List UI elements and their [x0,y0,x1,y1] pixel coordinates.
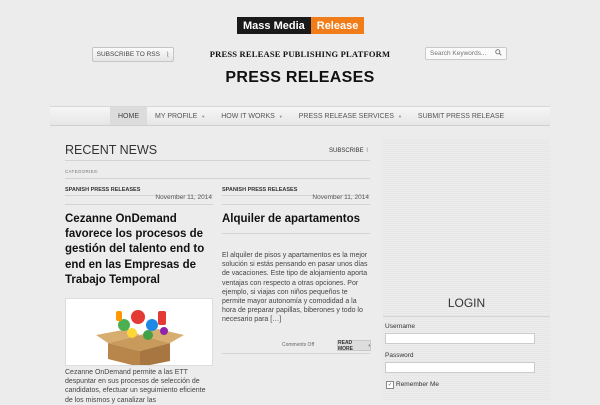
post-thumbnail[interactable] [65,298,213,366]
post-excerpt: El alquiler de pisos y apartamentos es l… [222,252,368,324]
read-more-label: READ MORE [338,339,353,352]
divider [222,233,370,234]
page-title: PRESS RELEASES [225,69,375,86]
divider [65,178,370,179]
username-field[interactable] [385,333,535,344]
chevron-down-icon: ▼ [397,113,402,119]
divider [383,316,550,317]
post-date: November 11, 2014 [155,194,212,201]
nav-label: HOME [118,112,139,120]
remember-me-checkbox[interactable]: ✓ [386,381,394,389]
subscribe-label: SUBSCRIBE [329,148,364,154]
chevron-down-icon: ▼ [201,113,206,119]
nav-item-my-profile[interactable]: MY PROFILE ▼ [147,107,213,125]
nav-item-submit-press-release[interactable]: SUBMIT PRESS RELEASE [410,107,512,125]
post-date: November 11, 2014 [312,194,369,201]
nav-item-home[interactable]: HOME [110,107,147,125]
rss-icon: ⌇ [365,148,369,154]
nav-item-press-release-services[interactable]: PRESS RELEASE SERVICES ▼ [291,107,410,125]
box-of-icons-image [96,310,184,365]
categories-label[interactable]: CATEGORIES: [65,169,99,174]
logo-text-release: Release [310,17,365,34]
divider [222,204,370,205]
chevron-right-icon: › [368,342,370,349]
divider [65,204,213,205]
post-category[interactable]: SPANISH PRESS RELEASES [65,187,140,193]
post-category[interactable]: SPANISH PRESS RELEASES [222,187,297,193]
nav-label: SUBMIT PRESS RELEASE [417,112,505,120]
read-more-button[interactable]: READ MORE › [337,339,371,352]
password-field[interactable] [385,362,535,373]
chevron-down-icon: ▼ [278,113,283,119]
comments-status: Comments Off [282,342,315,348]
main-nav: HOME MY PROFILE ▼ HOW IT WORKS ▼ PRESS R… [50,106,550,126]
site-logo[interactable]: Mass Media Release [237,17,365,34]
nav-label: PRESS RELEASE SERVICES [298,112,394,120]
divider [65,160,370,161]
search-box[interactable] [425,47,507,60]
username-label: Username [385,323,415,330]
nav-label: HOW IT WORKS [221,112,275,120]
search-icon[interactable] [495,49,502,58]
section-heading: RECENT NEWS [65,143,158,157]
post-title[interactable]: Alquiler de apartamentos [222,212,372,227]
password-label: Password [385,352,414,359]
divider [222,353,370,354]
nav-item-how-it-works[interactable]: HOW IT WORKS ▼ [213,107,291,125]
remember-me-label[interactable]: Remember Me [396,381,439,388]
subscribe-link[interactable]: SUBSCRIBE ⌇ [329,147,369,154]
sidebar [383,138,550,400]
logo-text-mass-media: Mass Media [237,17,311,34]
login-heading: LOGIN [447,296,486,310]
post-excerpt: Cezanne OnDemand permite a las ETT despu… [65,369,206,404]
nav-label: MY PROFILE [155,112,198,120]
post-title[interactable]: Cezanne OnDemand favorece los procesos d… [65,212,215,288]
subscribe-rss-label: SUBSCRIBE TO RSS [96,51,160,58]
site-tagline: PRESS RELEASE PUBLISHING PLATFORM [209,49,391,59]
